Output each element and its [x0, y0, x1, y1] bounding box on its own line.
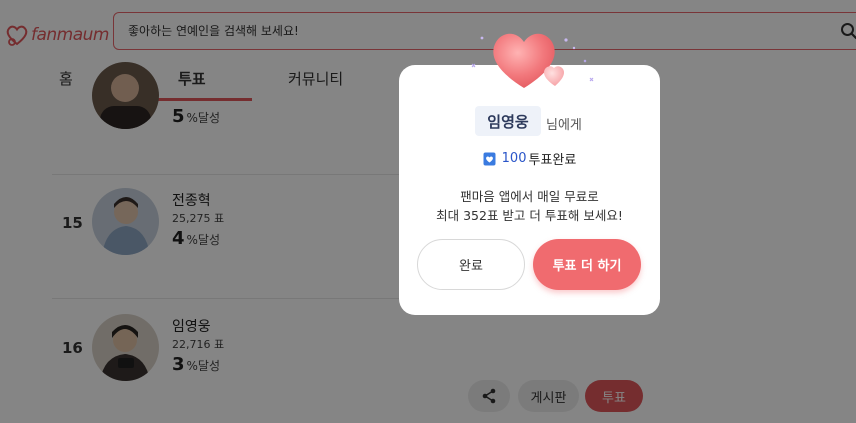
vote-count-value: 100 [501, 151, 527, 166]
promo-message: 팬마음 앱에서 매일 무료로 최대 352표 받고 더 투표해 보세요! [399, 187, 660, 225]
vote-result: 100 투표완료 [399, 149, 660, 168]
target-artist-name: 임영웅 [475, 106, 541, 136]
vote-complete-dialog: 임영웅 님에게 100 투표완료 팬마음 앱에서 매일 무료로 최대 352표 … [399, 65, 660, 315]
promo-message-line1: 팬마음 앱에서 매일 무료로 [460, 189, 599, 204]
vote-result-label: 투표완료 [528, 153, 577, 168]
ticket-icon [483, 152, 496, 165]
target-suffix: 님에게 [546, 118, 582, 133]
vote-more-button[interactable]: 투표 더 하기 [533, 239, 641, 290]
heart-icon [471, 33, 594, 88]
promo-message-line2: 최대 352표 받고 더 투표해 보세요! [436, 208, 623, 223]
done-button[interactable]: 완료 [417, 239, 525, 290]
